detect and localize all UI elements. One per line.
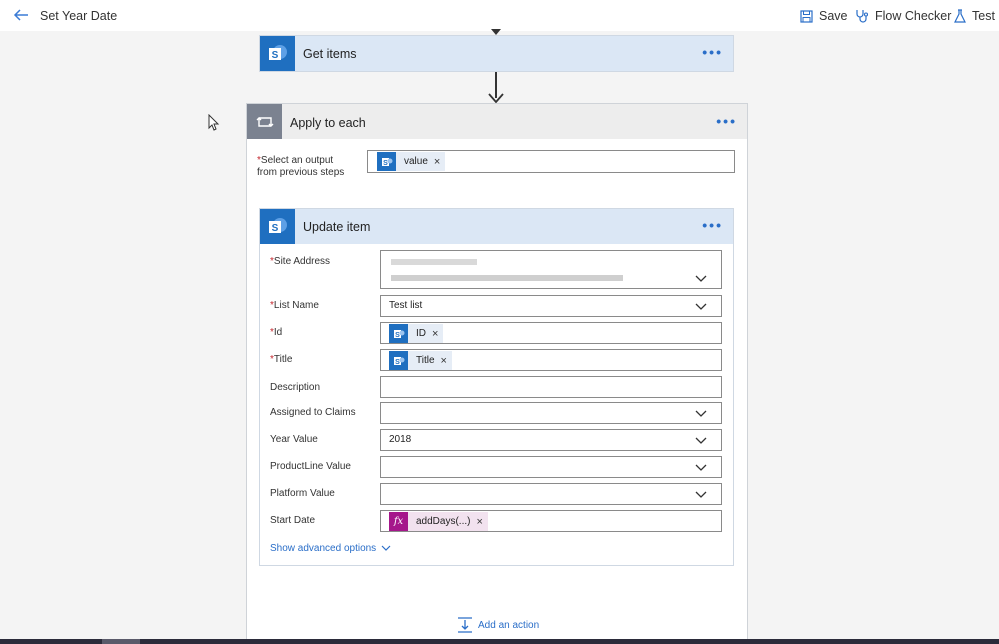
save-icon — [800, 9, 813, 23]
sharepoint-icon: S — [389, 324, 408, 343]
sharepoint-icon: S — [260, 209, 295, 244]
sharepoint-icon: S — [389, 351, 408, 370]
update-item-menu-button[interactable]: ••• — [702, 217, 723, 233]
add-days-token-remove-icon[interactable]: × — [476, 516, 487, 528]
add-action-button[interactable]: Add an action — [457, 617, 539, 633]
site-address-dropdown[interactable] — [380, 250, 722, 289]
fx-icon: fx — [389, 512, 408, 531]
start-date-input[interactable]: fx addDays(...) × — [380, 510, 722, 532]
year-value-dropdown[interactable]: 2018 — [380, 429, 722, 451]
title-token[interactable]: S Title × — [389, 351, 452, 370]
top-bar: Set Year Date Save Flow Checker Test — [0, 0, 999, 31]
id-input[interactable]: S ID × — [380, 322, 722, 344]
value-token[interactable]: S value × — [377, 152, 446, 171]
svg-text:S: S — [383, 160, 388, 167]
update-item-card: S Update item ••• *Site Address *List Na… — [259, 208, 734, 566]
chevron-down-icon — [381, 545, 391, 551]
year-value-value: 2018 — [389, 434, 412, 445]
chevron-down-icon — [695, 410, 707, 417]
output-label-line2: from previous steps — [257, 167, 345, 178]
get-items-menu-button[interactable]: ••• — [702, 44, 723, 60]
title-token-text: Title — [416, 355, 435, 366]
add-action-icon — [458, 617, 472, 633]
chevron-down-icon — [695, 437, 707, 444]
id-token[interactable]: S ID × — [389, 324, 444, 343]
add-action-label: Add an action — [478, 619, 540, 631]
show-advanced-options-label: Show advanced options — [270, 543, 377, 554]
platform-value-label: Platform Value — [270, 488, 335, 499]
test-button[interactable]: Test — [954, 8, 995, 24]
get-items-title: Get items — [303, 47, 357, 61]
value-token-remove-icon[interactable]: × — [434, 156, 445, 168]
save-label: Save — [819, 9, 848, 23]
platform-value-dropdown[interactable] — [380, 483, 722, 505]
svg-text:S: S — [395, 332, 400, 339]
description-input[interactable] — [380, 376, 722, 398]
save-button[interactable]: Save — [800, 8, 848, 24]
id-token-remove-icon[interactable]: × — [432, 328, 443, 340]
description-label: Description — [270, 382, 321, 393]
chevron-down-icon — [695, 275, 707, 282]
title-label: *Title — [270, 354, 293, 365]
sharepoint-icon: S — [377, 152, 396, 171]
show-advanced-options-link[interactable]: Show advanced options — [270, 543, 391, 554]
year-value-label: Year Value — [270, 434, 318, 445]
apply-to-each-title: Apply to each — [290, 116, 366, 130]
get-items-card[interactable]: S Get items ••• — [259, 35, 734, 72]
value-token-text: value — [404, 156, 428, 167]
select-output-input[interactable]: S value × — [367, 150, 735, 173]
list-name-value: Test list — [389, 300, 423, 311]
back-arrow-icon[interactable] — [12, 6, 30, 24]
site-address-redacted — [391, 259, 477, 265]
productline-value-label: ProductLine Value — [270, 461, 351, 472]
productline-value-dropdown[interactable] — [380, 456, 722, 478]
apply-to-each-menu-button[interactable]: ••• — [716, 113, 737, 129]
chevron-down-icon — [695, 491, 707, 498]
site-address-label: *Site Address — [270, 256, 331, 267]
apply-to-each-header[interactable]: Apply to each ••• — [247, 104, 747, 139]
test-label: Test — [972, 9, 995, 23]
site-address-redacted — [391, 275, 623, 281]
title-token-remove-icon[interactable]: × — [441, 355, 452, 367]
list-name-label: *List Name — [270, 300, 319, 311]
add-days-token[interactable]: fx addDays(...) × — [389, 512, 488, 531]
svg-text:S: S — [395, 359, 400, 366]
flow-checker-label: Flow Checker — [875, 9, 952, 23]
svg-text:S: S — [271, 50, 278, 61]
loop-icon — [247, 104, 282, 139]
start-date-label: Start Date — [270, 515, 316, 526]
mouse-cursor-icon — [208, 114, 220, 131]
svg-text:S: S — [271, 223, 278, 234]
output-label-line1: Select an output — [260, 155, 334, 166]
flow-title: Set Year Date — [40, 9, 118, 23]
output-label: *Select an output from previous steps — [257, 155, 344, 179]
flow-checker-button[interactable]: Flow Checker — [855, 8, 951, 24]
flask-icon — [954, 9, 966, 23]
taskbar-strip — [0, 639, 999, 644]
taskbar-segment — [102, 639, 140, 644]
assigned-to-claims-dropdown[interactable] — [380, 402, 722, 424]
sharepoint-icon: S — [260, 36, 295, 71]
assigned-to-claims-label: Assigned to Claims — [270, 407, 356, 418]
update-item-header[interactable]: S Update item ••• — [260, 209, 733, 244]
add-days-token-text: addDays(...) — [416, 516, 471, 527]
connector-arrow-icon — [488, 93, 504, 104]
title-input[interactable]: S Title × — [380, 349, 722, 371]
get-items-header[interactable]: S Get items ••• — [260, 36, 733, 71]
id-label: *Id — [270, 327, 283, 338]
chevron-down-icon — [695, 464, 707, 471]
list-name-dropdown[interactable]: Test list — [380, 295, 722, 317]
id-token-text: ID — [416, 328, 426, 339]
update-item-title: Update item — [303, 220, 371, 234]
chevron-down-icon — [695, 303, 707, 310]
stethoscope-icon — [856, 10, 869, 23]
